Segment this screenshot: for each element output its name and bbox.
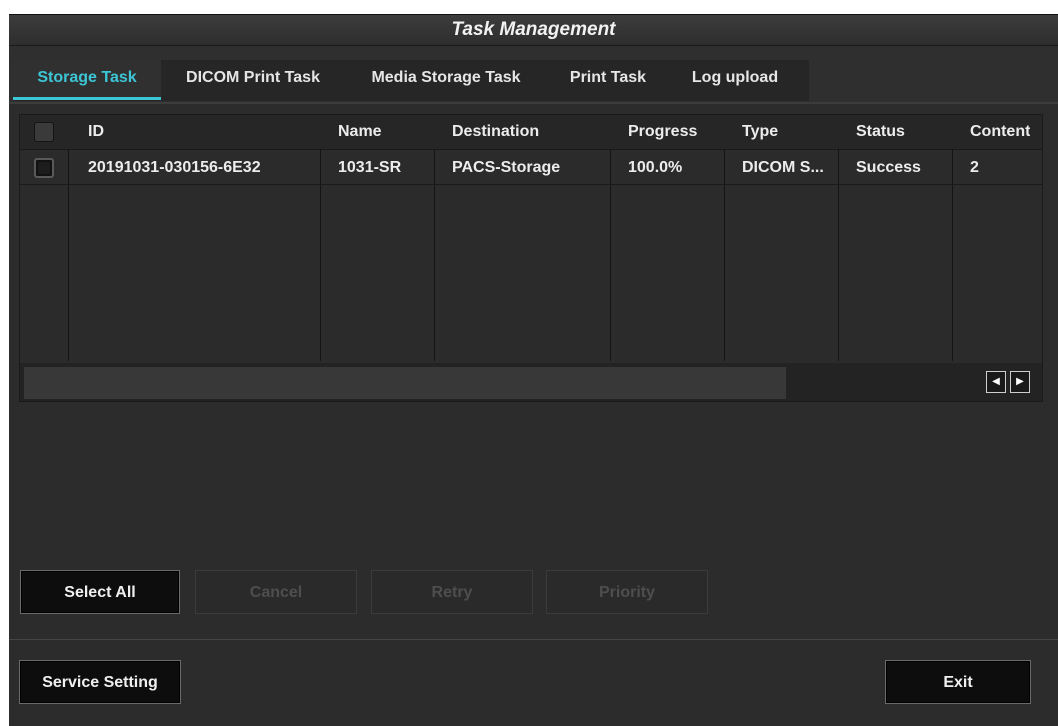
table-header: ID Name Destination Progress Type Status…: [20, 115, 1042, 150]
scrollbar-thumb[interactable]: [24, 367, 786, 399]
column-divider: [68, 149, 69, 361]
cell-progress: 100.0%: [628, 159, 683, 176]
exit-button[interactable]: Exit: [885, 660, 1031, 704]
tab-media-storage-task[interactable]: Media Storage Task: [351, 60, 541, 99]
cell-destination: PACS-Storage: [452, 159, 561, 176]
column-header-status[interactable]: Status: [856, 123, 905, 141]
tab-bar: Storage Task DICOM Print Task Media Stor…: [9, 46, 1058, 104]
tab-storage-task[interactable]: Storage Task: [13, 60, 161, 100]
column-header-content[interactable]: Content: [970, 123, 1030, 141]
cell-name: 1031-SR: [338, 159, 402, 176]
cell-type: DICOM S...: [742, 159, 824, 176]
cancel-button[interactable]: Cancel: [195, 570, 357, 614]
cell-status: Success: [856, 159, 921, 176]
task-table: ID Name Destination Progress Type Status…: [19, 114, 1043, 402]
select-all-button[interactable]: Select All: [20, 570, 180, 614]
column-divider: [434, 149, 435, 361]
column-divider: [838, 149, 839, 361]
cell-content: 2: [970, 159, 979, 176]
footer-divider: [9, 639, 1058, 640]
column-header-id[interactable]: ID: [88, 123, 104, 141]
cell-id: 20191031-030156-6E32: [88, 159, 261, 176]
column-divider: [724, 149, 725, 361]
column-divider: [952, 149, 953, 361]
retry-button[interactable]: Retry: [371, 570, 533, 614]
window-title: Task Management: [9, 15, 1058, 46]
horizontal-scrollbar[interactable]: ◀ ▶: [20, 363, 1042, 401]
tab-strip: Storage Task DICOM Print Task Media Stor…: [13, 60, 809, 101]
scroll-left-icon[interactable]: ◀: [986, 371, 1006, 393]
column-header-name[interactable]: Name: [338, 123, 382, 141]
column-header-type[interactable]: Type: [742, 123, 778, 141]
priority-button[interactable]: Priority: [546, 570, 708, 614]
select-all-checkbox[interactable]: [34, 122, 54, 142]
column-divider: [610, 149, 611, 361]
tab-log-upload[interactable]: Log upload: [675, 60, 795, 99]
row-divider: [20, 184, 1042, 185]
tab-dicom-print-task[interactable]: DICOM Print Task: [163, 60, 343, 99]
task-management-window: Task Management Storage Task DICOM Print…: [9, 14, 1058, 726]
scroll-right-icon[interactable]: ▶: [1010, 371, 1030, 393]
column-divider: [320, 149, 321, 361]
row-checkbox[interactable]: [34, 158, 54, 178]
column-header-destination[interactable]: Destination: [452, 123, 539, 141]
service-setting-button[interactable]: Service Setting: [19, 660, 181, 704]
column-header-progress[interactable]: Progress: [628, 123, 697, 141]
tab-print-task[interactable]: Print Task: [553, 60, 663, 99]
